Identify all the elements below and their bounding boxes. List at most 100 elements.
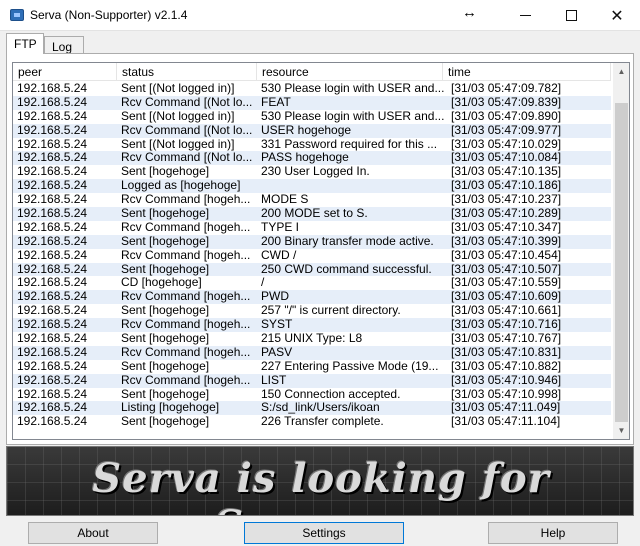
cell-status: Sent [(Not logged in)] <box>121 137 235 151</box>
cell-time: [31/03 05:47:10.237] <box>451 193 562 207</box>
cell-peer: 192.168.5.24 <box>17 123 88 137</box>
cell-peer: 192.168.5.24 <box>17 332 88 346</box>
column-header-time[interactable]: time <box>443 63 611 81</box>
cell-peer: 192.168.5.24 <box>17 137 88 151</box>
cell-peer: 192.168.5.24 <box>17 179 88 193</box>
cell-peer: 192.168.5.24 <box>17 290 88 304</box>
table-row[interactable]: 192.168.5.24 CD [hogehoge] / [31/03 05:47:1… <box>13 276 611 290</box>
scroll-up-icon[interactable]: ▲ <box>613 63 629 80</box>
table-row[interactable]: 192.168.5.24 Sent [hogehoge] 227 Entering … <box>13 360 611 374</box>
table-row[interactable]: 192.168.5.24 Rcv Command [hogeh... PWD [31/… <box>13 290 611 305</box>
close-button[interactable]: ✕ <box>594 0 640 31</box>
table-row[interactable]: 192.168.5.24 Rcv Command [hogeh... LIST [31… <box>13 373 611 388</box>
scroll-down-icon[interactable]: ▼ <box>613 422 629 439</box>
table-row[interactable]: 192.168.5.24 Sent [hogehoge] 200 Binary tr… <box>13 234 611 249</box>
table-row[interactable]: 192.168.5.24 Rcv Command [hogeh... SYST [31… <box>13 318 611 333</box>
cell-time: [31/03 05:47:10.609] <box>451 290 562 304</box>
app-icon <box>10 9 24 21</box>
table-row[interactable]: 192.168.5.24 Sent [(Not logged in)] 530 Pl… <box>13 110 611 124</box>
cell-resource: 200 MODE set to S. <box>261 207 368 221</box>
cell-peer: 192.168.5.24 <box>17 415 88 429</box>
cell-resource: 331 Password required for this ... <box>261 137 438 151</box>
cell-time: [31/03 05:47:10.998] <box>451 387 562 401</box>
cell-status: Rcv Command [hogeh... <box>121 220 251 234</box>
table-row[interactable]: 192.168.5.24 Rcv Command [hogeh... MODE S [… <box>13 193 611 207</box>
scroll-thumb[interactable] <box>615 103 628 422</box>
cell-peer: 192.168.5.24 <box>17 207 88 221</box>
table-row[interactable]: 192.168.5.24 Sent [(Not logged in)] 331 Pa… <box>13 138 611 152</box>
maximize-button[interactable] <box>548 0 594 31</box>
cell-status: Rcv Command [hogeh... <box>121 318 251 332</box>
cell-resource: 150 Connection accepted. <box>261 387 401 401</box>
tab-ftp[interactable]: FTP <box>6 33 44 54</box>
banner-text: Serva is looking for Sponsors <box>92 455 550 515</box>
table-row[interactable]: 192.168.5.24 Sent [hogehoge] 200 MODE set … <box>13 207 611 221</box>
maximize-icon <box>565 10 577 21</box>
cell-resource: TYPE I <box>261 220 300 234</box>
table-row[interactable]: 192.168.5.24 Sent [hogehoge] 150 Connectio… <box>13 388 611 402</box>
table-row[interactable]: 192.168.5.24 Sent [hogehoge] 226 Transfer … <box>13 415 611 429</box>
window-title: Serva (Non-Supporter) v2.1.4 <box>30 8 188 22</box>
cell-peer: 192.168.5.24 <box>17 109 88 123</box>
title-bar[interactable]: Serva (Non-Supporter) v2.1.4 ↔ ✕ <box>0 0 640 31</box>
list-rows: 192.168.5.24 Sent [(Not logged in)] 530 Pl… <box>13 82 611 429</box>
cell-time: [31/03 05:47:09.839] <box>451 95 562 109</box>
ftp-log-list[interactable]: peer status resource time 192.168.5.24 Se… <box>12 62 630 440</box>
table-row[interactable]: 192.168.5.24 Rcv Command [(Not lo... USER … <box>13 123 611 138</box>
column-header-resource[interactable]: resource <box>257 63 443 81</box>
cell-status: Sent [(Not logged in)] <box>121 82 235 95</box>
table-row[interactable]: 192.168.5.24 Listing [hogehoge] S:/sd_link… <box>13 401 611 416</box>
cell-time: [31/03 05:47:10.661] <box>451 304 562 318</box>
cell-peer: 192.168.5.24 <box>17 165 88 179</box>
cell-peer: 192.168.5.24 <box>17 193 88 207</box>
cell-status: Rcv Command [hogeh... <box>121 193 251 207</box>
cell-status: Sent [hogehoge] <box>121 359 210 373</box>
column-header-peer[interactable]: peer <box>13 63 117 81</box>
table-row[interactable]: 192.168.5.24 Sent [hogehoge] 215 UNIX Type… <box>13 332 611 346</box>
table-row[interactable]: 192.168.5.24 Rcv Command [hogeh... CWD / [3… <box>13 249 611 263</box>
table-row[interactable]: 192.168.5.24 Rcv Command [hogeh... TYPE I [… <box>13 221 611 235</box>
cell-time: [31/03 05:47:10.084] <box>451 151 562 165</box>
cell-resource: 230 User Logged In. <box>261 165 370 179</box>
vertical-scrollbar[interactable]: ▲ ▼ <box>613 63 629 439</box>
cell-resource: USER hogehoge <box>261 123 352 137</box>
cell-time: [31/03 05:47:10.831] <box>451 345 562 359</box>
cell-peer: 192.168.5.24 <box>17 82 88 95</box>
minimize-button[interactable] <box>502 0 548 31</box>
about-button[interactable]: About <box>28 522 158 544</box>
cell-status: Rcv Command [hogeh... <box>121 345 251 359</box>
table-row[interactable]: 192.168.5.24 Sent [hogehoge] 250 CWD comma… <box>13 262 611 277</box>
cell-resource: LIST <box>261 373 287 387</box>
table-row[interactable]: 192.168.5.24 Sent [(Not logged in)] 530 Pl… <box>13 82 611 96</box>
cell-time: [31/03 05:47:11.104] <box>451 415 561 429</box>
cell-time: [31/03 05:47:10.029] <box>451 137 562 151</box>
column-header-status[interactable]: status <box>117 63 257 81</box>
sponsor-banner[interactable]: Serva is looking for Sponsors <box>6 446 634 516</box>
table-row[interactable]: 192.168.5.24 Sent [hogehoge] 257 "/" is cu… <box>13 304 611 318</box>
table-row[interactable]: 192.168.5.24 Rcv Command [(Not lo... PASS … <box>13 151 611 166</box>
table-row[interactable]: 192.168.5.24 Rcv Command [hogeh... PASV [31… <box>13 345 611 360</box>
cell-time: [31/03 05:47:10.716] <box>451 318 562 332</box>
cell-resource: 227 Entering Passive Mode (19... <box>261 359 439 373</box>
cell-resource: SYST <box>261 318 293 332</box>
cell-resource: CWD / <box>261 248 297 262</box>
help-button[interactable]: Help <box>488 522 618 544</box>
cell-resource: PWD <box>261 290 289 304</box>
cell-resource: PASS hogehoge <box>261 151 349 165</box>
resize-cursor-icon: ↔ <box>462 4 477 21</box>
cell-time: [31/03 05:47:10.186] <box>451 179 562 193</box>
cell-resource: 200 Binary transfer mode active. <box>261 234 434 248</box>
cell-resource: 530 Please login with USER and... <box>261 82 445 95</box>
cell-resource: 226 Transfer complete. <box>261 415 384 429</box>
settings-button[interactable]: Settings <box>244 522 404 544</box>
tab-log[interactable]: Log <box>44 36 84 54</box>
cell-status: Sent [hogehoge] <box>121 234 210 248</box>
cell-status: CD [hogehoge] <box>121 276 202 290</box>
table-row[interactable]: 192.168.5.24 Rcv Command [(Not lo... FEAT [… <box>13 95 611 110</box>
cell-resource: 530 Please login with USER and... <box>261 109 445 123</box>
table-row[interactable]: 192.168.5.24 Logged as [hogehoge] [31/03 0… <box>13 179 611 194</box>
cell-peer: 192.168.5.24 <box>17 373 88 387</box>
cell-resource: / <box>261 276 265 290</box>
cell-resource: 257 "/" is current directory. <box>261 304 401 318</box>
table-row[interactable]: 192.168.5.24 Sent [hogehoge] 230 User Logg… <box>13 165 611 179</box>
